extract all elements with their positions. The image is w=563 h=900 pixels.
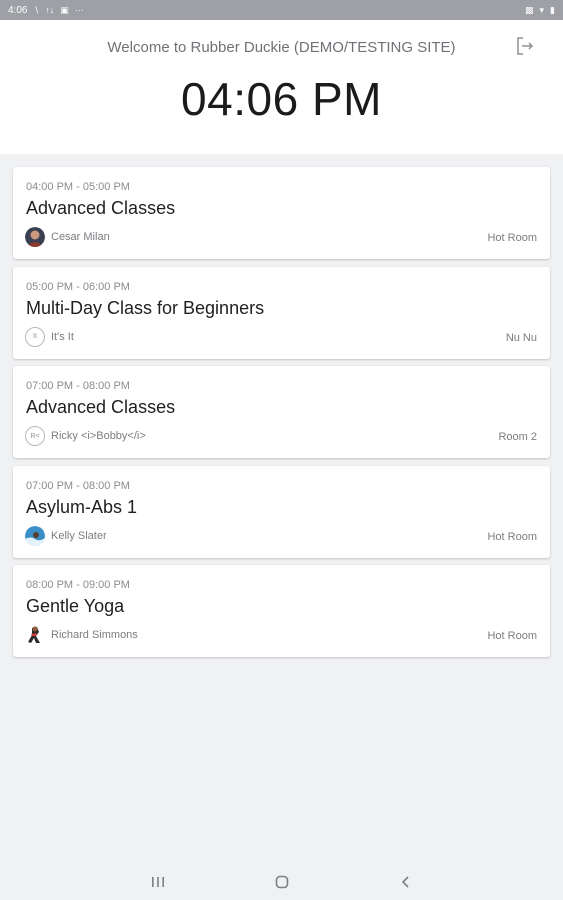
instructor-name: Cesar Milan (51, 231, 110, 243)
status-bar: 4:06 ∖ ↑↓ ▣ ··· ▩ ▾ ▮ (0, 0, 563, 20)
instructor: Cesar Milan (25, 227, 110, 247)
class-title: Advanced Classes (26, 397, 176, 417)
instructor: Kelly Slater (25, 525, 107, 546)
status-time: 4:06 (8, 4, 28, 16)
image-icon: ▣ (60, 4, 69, 15)
recent-apps-icon (152, 877, 164, 887)
room-name: Hot Room (487, 232, 537, 244)
instructor-avatar (25, 625, 45, 645)
home-button[interactable] (272, 872, 292, 892)
signal-icon: ↑↓ (45, 5, 55, 15)
wifi-call-icon: ∖ (33, 4, 40, 15)
room-name: Room 2 (498, 431, 537, 443)
class-title: Advanced Classes (26, 198, 176, 218)
more-icon: ··· (74, 5, 84, 15)
instructor-name: Richard Simmons (51, 629, 138, 641)
recent-apps-button[interactable] (148, 872, 168, 892)
clock: 04:06 PM (181, 73, 382, 125)
class-card[interactable]: 05:00 PM - 06:00 PM Multi-Day Class for … (13, 266, 550, 359)
instructor-name: It's It (51, 330, 74, 343)
class-card[interactable]: 08:00 PM - 09:00 PM Gentle Yoga Richard … (13, 565, 550, 657)
instructor-avatar (25, 227, 45, 247)
class-card[interactable]: 07:00 PM - 08:00 PM Advanced Classes R< … (13, 366, 550, 458)
battery-icon: ▮ (550, 4, 555, 15)
room-name: Nu Nu (505, 331, 537, 344)
mute-icon: ▩ (525, 4, 534, 15)
home-icon (275, 875, 289, 889)
class-time: 05:00 PM - 06:00 PM (26, 280, 130, 293)
instructor: II It's It (25, 326, 74, 347)
class-title: Asylum-Abs 1 (26, 496, 138, 517)
class-card[interactable]: 07:00 PM - 08:00 PM Asylum-Abs 1 Kelly S… (13, 465, 550, 558)
back-button[interactable] (396, 872, 416, 892)
instructor-name: Ricky <i>Bobby</i> (51, 430, 146, 442)
room-name: Hot Room (487, 630, 537, 642)
back-icon (401, 876, 409, 888)
welcome-text: Welcome to Rubber Duckie (DEMO/TESTING S… (107, 39, 456, 56)
logout-icon (517, 37, 534, 55)
instructor-avatar-initials: R< (25, 426, 45, 446)
instructor-avatar-initials: II (25, 326, 45, 347)
class-time: 04:00 PM - 05:00 PM (26, 181, 130, 193)
class-list: 04:00 PM - 05:00 PM Advanced Classes Ces… (13, 167, 550, 665)
instructor: R< Ricky <i>Bobby</i> (25, 426, 146, 446)
class-card[interactable]: 04:00 PM - 05:00 PM Advanced Classes Ces… (13, 167, 550, 259)
class-title: Multi-Day Class for Beginners (26, 297, 265, 318)
navigation-bar (0, 862, 563, 900)
logout-button[interactable] (514, 35, 536, 57)
header: Welcome to Rubber Duckie (DEMO/TESTING S… (0, 20, 563, 154)
class-time: 08:00 PM - 09:00 PM (26, 579, 130, 591)
wifi-icon: ▾ (539, 4, 545, 15)
class-time: 07:00 PM - 08:00 PM (26, 479, 130, 492)
room-name: Hot Room (487, 530, 537, 543)
instructor: Richard Simmons (25, 625, 138, 645)
class-title: Gentle Yoga (26, 596, 125, 616)
instructor-avatar (25, 525, 45, 546)
instructor-name: Kelly Slater (51, 529, 107, 542)
class-time: 07:00 PM - 08:00 PM (26, 380, 130, 392)
